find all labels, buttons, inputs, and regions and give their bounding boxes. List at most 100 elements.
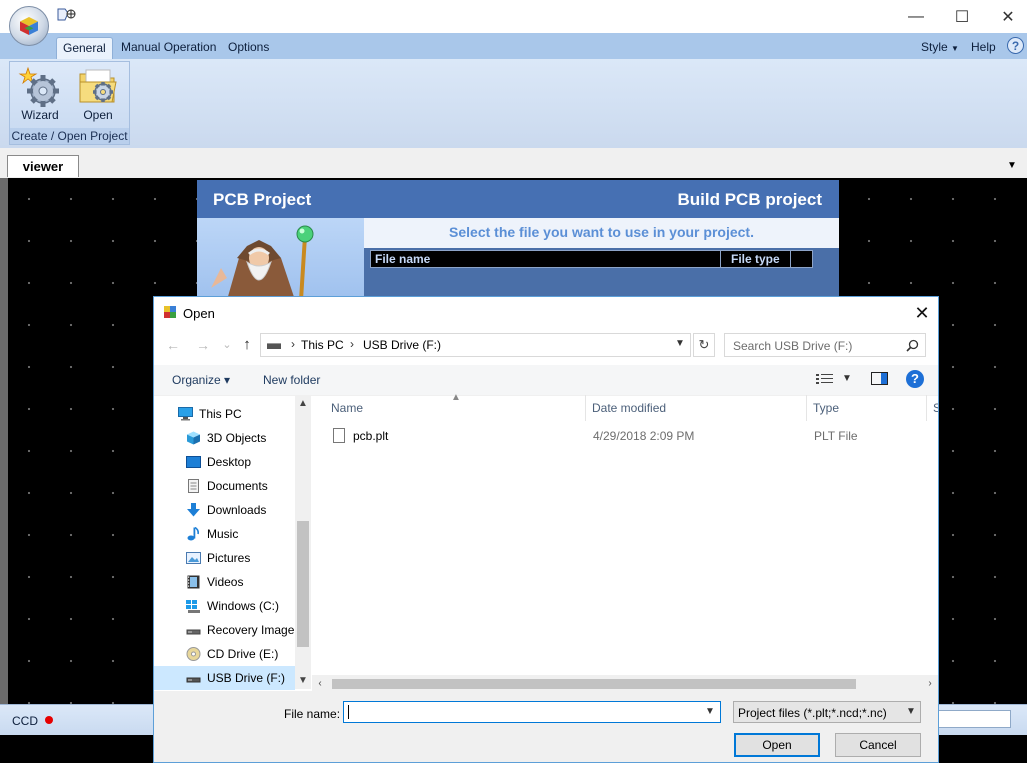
film-icon — [187, 575, 200, 589]
nav-item-documents[interactable]: Documents — [154, 474, 295, 498]
tab-viewer[interactable]: viewer — [7, 155, 79, 177]
recent-locations-button[interactable]: ⌄ — [216, 334, 238, 356]
style-menu[interactable]: Style ▼ — [915, 37, 965, 59]
dialog-title: Open — [183, 306, 215, 321]
pictures-icon — [186, 552, 201, 564]
up-folder-button[interactable]: ↑ — [236, 334, 258, 356]
breadcrumb-separator: › — [291, 337, 295, 351]
quick-access-icon[interactable] — [56, 7, 78, 23]
search-placeholder: Search USB Drive (F:) — [733, 339, 853, 353]
help-menu[interactable]: Help — [965, 37, 1002, 59]
file-type-filter-select[interactable]: Project files (*.plt;*.ncd;*.nc) ▼ — [733, 701, 921, 723]
file-name-input[interactable]: ▼ — [343, 701, 721, 723]
cancel-button[interactable]: Cancel — [835, 733, 921, 757]
chevron-down-icon[interactable]: ▼ — [842, 373, 852, 384]
view-options-icon[interactable] — [816, 373, 833, 386]
music-note-icon — [187, 527, 199, 541]
file-list-horizontal-scrollbar[interactable]: ‹ › — [312, 675, 938, 692]
tab-manual-operation[interactable]: Manual Operation — [115, 37, 222, 59]
nav-item-desktop[interactable]: Desktop — [154, 450, 295, 474]
nav-item-label: CD Drive (E:) — [207, 647, 279, 661]
scroll-right-icon[interactable]: › — [922, 678, 938, 689]
dialog-close-button[interactable]: ✕ — [907, 300, 937, 326]
search-input[interactable]: Search USB Drive (F:) — [724, 333, 926, 357]
nav-item-downloads[interactable]: Downloads — [154, 498, 295, 522]
file-name-label: File name: — [284, 707, 341, 721]
usb-drive-icon — [186, 677, 201, 683]
minimize-button[interactable]: — — [893, 0, 939, 33]
chevron-down-icon[interactable]: ▼ — [675, 338, 685, 349]
table-row[interactable]: pcb.plt 4/29/2018 2:09 PM PLT File — [330, 425, 930, 447]
drive-icon — [186, 629, 201, 635]
computer-icon — [178, 407, 193, 421]
nav-item-this-pc[interactable]: This PC — [154, 402, 295, 426]
column-file-type[interactable]: File type — [721, 251, 791, 267]
forward-button[interactable]: → — [192, 334, 214, 356]
nav-item-label: This PC — [199, 407, 242, 421]
chevron-down-icon[interactable]: ▼ — [705, 706, 715, 717]
column-header-name[interactable]: Name — [331, 401, 363, 415]
breadcrumb-usb-drive[interactable]: USB Drive (F:) — [363, 338, 441, 352]
preview-pane-icon[interactable] — [871, 372, 888, 385]
column-divider[interactable] — [585, 395, 586, 421]
nav-item-recovery-image[interactable]: Recovery Image — [154, 618, 295, 642]
nav-item-label: Windows (C:) — [207, 599, 280, 613]
nav-item-usb-drive[interactable]: USB Drive (F:) — [154, 666, 295, 690]
scroll-left-icon[interactable]: ‹ — [312, 678, 328, 689]
file-name: pcb.plt — [353, 429, 389, 443]
help-icon[interactable]: ? — [906, 370, 924, 388]
style-menu-label: Style — [921, 40, 948, 54]
open-button[interactable]: Open — [734, 733, 820, 757]
nav-item-videos[interactable]: Videos — [154, 570, 295, 594]
column-divider[interactable] — [806, 395, 807, 421]
dialog-app-icon — [164, 306, 176, 318]
wizard-character-icon — [211, 225, 314, 300]
chevron-down-icon: ▼ — [951, 44, 959, 53]
nav-item-label: USB Drive (F:) — [207, 671, 285, 685]
open-project-button[interactable]: Open — [71, 64, 125, 124]
pcb-project-wizard: PCB Project Build PCB project Select the… — [197, 180, 839, 300]
wizard-illustration — [197, 218, 364, 300]
ribbon-panel: Wizard Open Create / Open Project — [0, 59, 1027, 149]
column-file-name[interactable]: File name — [371, 251, 721, 267]
nav-item-label: Downloads — [207, 503, 267, 517]
breadcrumb-this-pc[interactable]: This PC — [301, 338, 344, 352]
nav-item-pictures[interactable]: Pictures — [154, 546, 295, 570]
document-tab-bar — [0, 148, 1027, 179]
application-menu-orb[interactable] — [9, 6, 49, 46]
nav-item-label: Recovery Image — [207, 623, 295, 637]
wizard-title: PCB Project — [213, 190, 312, 209]
column-header-size[interactable]: S — [933, 401, 938, 415]
column-header-type[interactable]: Type — [813, 401, 839, 415]
desktop-icon — [186, 456, 201, 468]
back-button[interactable]: ← — [162, 334, 184, 356]
nav-item-label: Desktop — [207, 455, 252, 469]
new-folder-button[interactable]: New folder — [263, 373, 320, 387]
tab-options[interactable]: Options — [222, 37, 275, 59]
help-icon[interactable]: ? — [1007, 37, 1024, 54]
address-bar[interactable]: › This PC › USB Drive (F:) ▼ — [260, 333, 691, 357]
column-divider[interactable] — [926, 395, 927, 421]
nav-item-music[interactable]: Music — [154, 522, 295, 546]
file-type: PLT File — [814, 429, 858, 443]
download-arrow-icon — [187, 503, 200, 517]
scroll-down-icon[interactable]: ▼ — [295, 675, 311, 686]
navigation-pane-scroll-thumb[interactable] — [297, 521, 309, 647]
scroll-up-icon[interactable]: ▲ — [295, 398, 311, 409]
wizard-file-table-header: File name File type — [370, 250, 813, 268]
wizard-main: Select the file you want to use in your … — [364, 218, 839, 300]
nav-item-cd-drive[interactable]: CD Drive (E:) — [154, 642, 295, 666]
maximize-button[interactable]: ☐ — [939, 0, 985, 33]
nav-item-windows-c[interactable]: Windows (C:) — [154, 594, 295, 618]
wizard-button[interactable]: Wizard — [13, 64, 67, 124]
tab-list-dropdown-icon[interactable]: ▼ — [1007, 160, 1017, 171]
column-header-date-modified[interactable]: Date modified — [592, 401, 666, 415]
ribbon-tab-bar: General Manual Operation Options Style ▼… — [0, 33, 1027, 60]
horizontal-scroll-thumb[interactable] — [332, 679, 856, 689]
organize-button[interactable]: Organize ▾ — [172, 373, 230, 387]
refresh-button[interactable]: ↻ — [693, 333, 715, 357]
status-indicator-dot — [45, 716, 53, 724]
nav-item-3d-objects[interactable]: 3D Objects — [154, 426, 295, 450]
close-window-button[interactable]: ✕ — [985, 0, 1027, 33]
tab-general[interactable]: General — [56, 37, 113, 59]
